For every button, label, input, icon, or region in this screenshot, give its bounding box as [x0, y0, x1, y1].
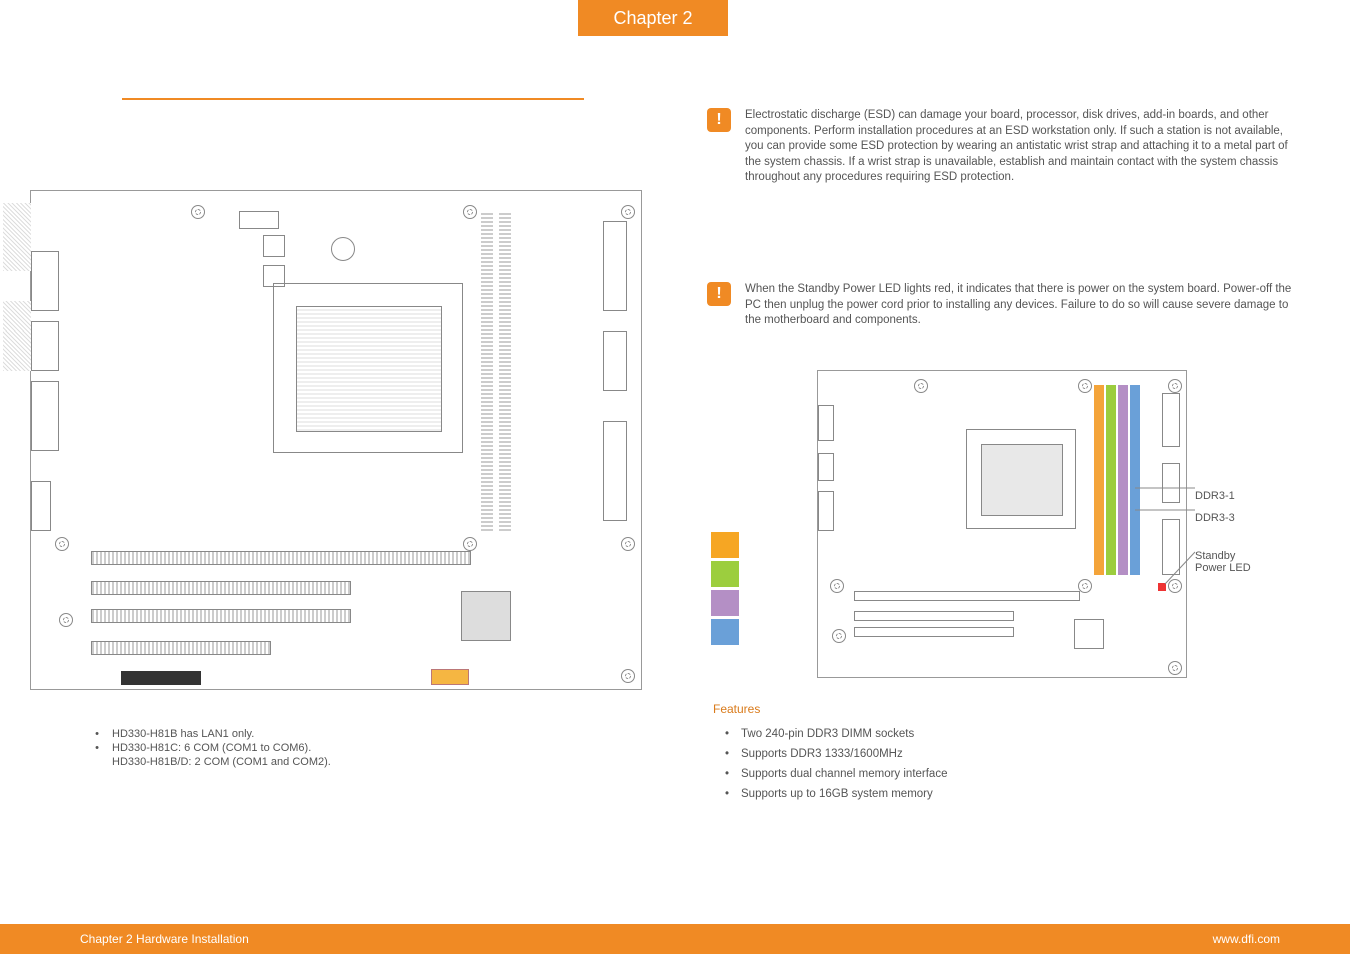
features-list: •Two 240-pin DDR3 DIMM sockets •Supports… [713, 728, 947, 808]
standby-warning-box: ! When the Standby Power LED lights red,… [707, 282, 1307, 329]
orange-rule [122, 98, 584, 100]
feature-item: Supports dual channel memory interface [741, 768, 947, 780]
label-ddr3-1: DDR3-1 [1195, 490, 1235, 502]
footer-bar: Chapter 2 Hardware Installation www.dfi.… [0, 924, 1350, 954]
esd-warning-text: Electrostatic discharge (ESD) can damage… [745, 108, 1307, 186]
features-heading: Features [713, 702, 760, 716]
feature-item: Two 240-pin DDR3 DIMM sockets [741, 728, 914, 740]
footnote-1: HD330-H81B has LAN1 only. [112, 728, 254, 742]
swatch-orange [711, 532, 739, 558]
swatch-green [711, 561, 739, 587]
motherboard-diagram-large [30, 190, 642, 690]
warning-icon: ! [707, 108, 731, 132]
footnote-3: HD330-H81B/D: 2 COM (COM1 and COM2). [112, 756, 331, 770]
dimm-color-legend [711, 532, 739, 645]
footer-left: Chapter 2 Hardware Installation [80, 932, 249, 946]
warning-icon: ! [707, 282, 731, 306]
swatch-blue [711, 619, 739, 645]
label-standby-power-led: Standby Power LED [1195, 550, 1251, 574]
page-left: •HD330-H81B has LAN1 only. •HD330-H81C: … [0, 0, 675, 954]
footnote-2: HD330-H81C: 6 COM (COM1 to COM6). [112, 742, 311, 756]
footer-right: www.dfi.com [1213, 932, 1280, 946]
feature-item: Supports DDR3 1333/1600MHz [741, 748, 903, 760]
standby-warning-text: When the Standby Power LED lights red, i… [745, 282, 1307, 329]
label-ddr3-3: DDR3-3 [1195, 512, 1235, 524]
swatch-purple [711, 590, 739, 616]
feature-item: Supports up to 16GB system memory [741, 788, 933, 800]
page-right: ! Electrostatic discharge (ESD) can dama… [675, 0, 1350, 954]
esd-warning-box: ! Electrostatic discharge (ESD) can dama… [707, 108, 1307, 186]
motherboard-diagram-small [817, 370, 1277, 678]
board-footnotes: •HD330-H81B has LAN1 only. •HD330-H81C: … [82, 728, 331, 769]
